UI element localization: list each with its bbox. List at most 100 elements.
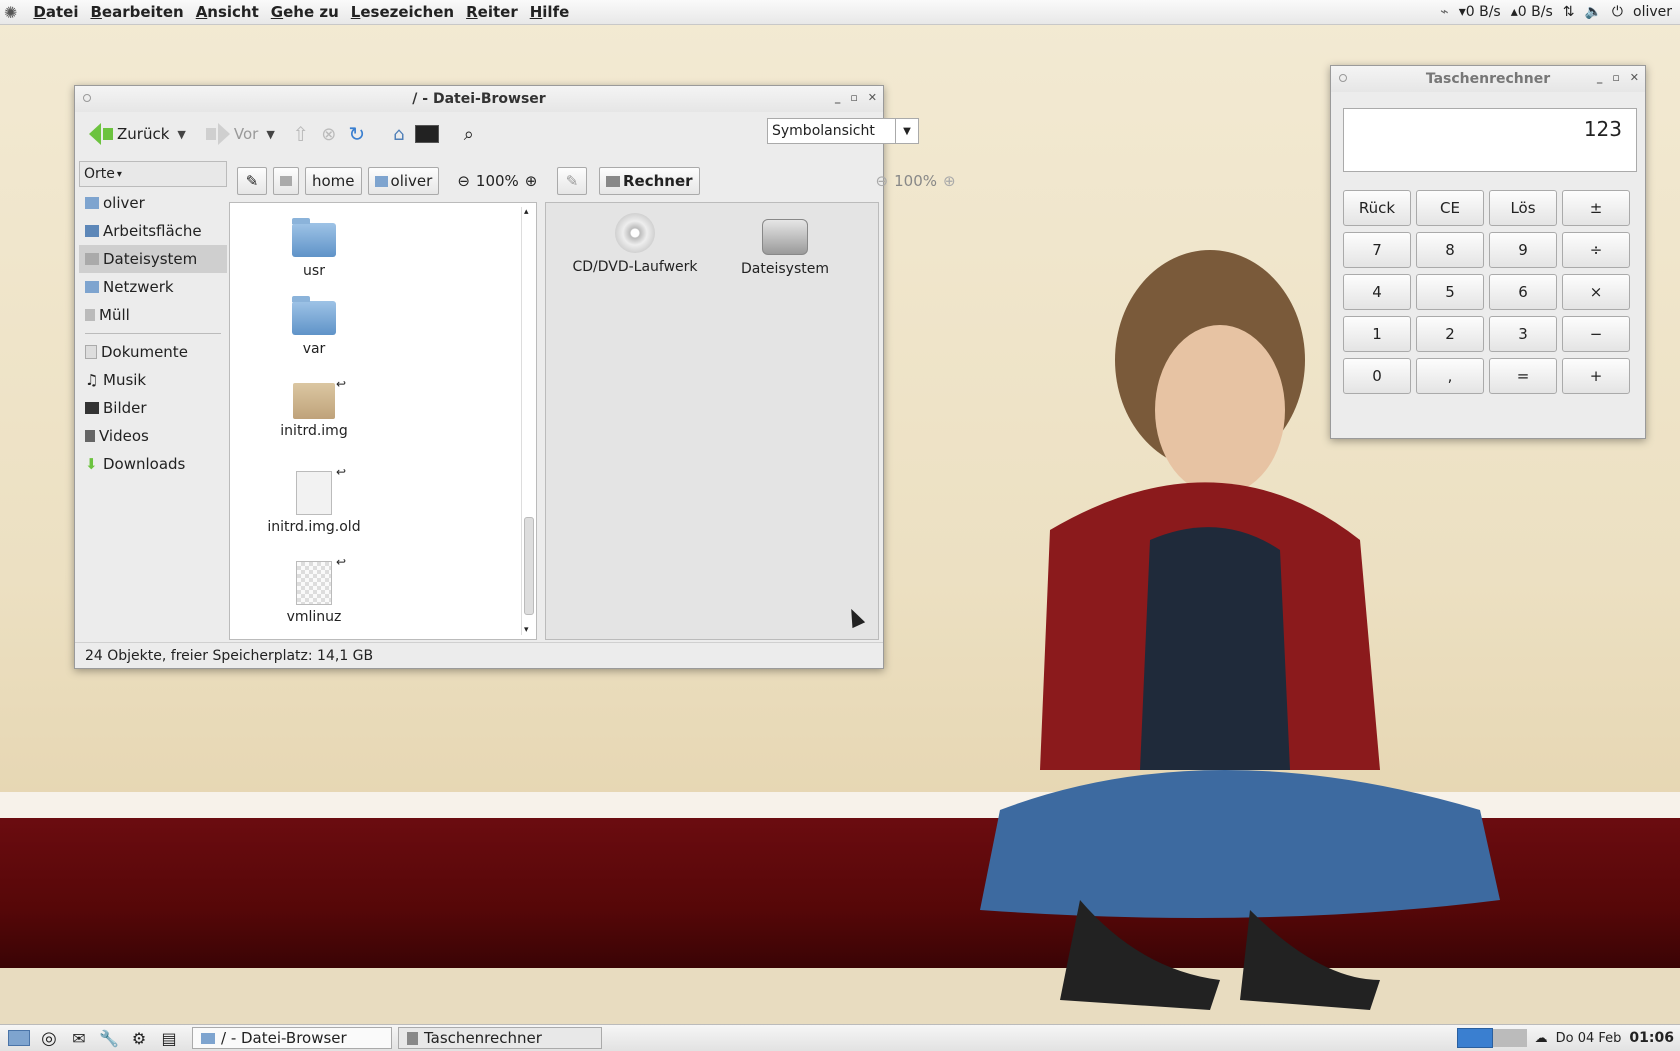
zoom-in-icon[interactable]: ⊕ xyxy=(943,172,956,190)
digit-6-button[interactable]: 6 xyxy=(1489,274,1557,310)
maximize-icon[interactable]: ▫ xyxy=(1612,71,1619,84)
back-button[interactable]: Zurück xyxy=(85,118,173,150)
close-icon[interactable]: ✕ xyxy=(1630,71,1639,84)
right-file-pane[interactable]: CD/DVD-Laufwerk Dateisystem xyxy=(545,202,879,640)
edit-path-button[interactable]: ✎ xyxy=(237,167,267,195)
digit-4-button[interactable]: 4 xyxy=(1343,274,1411,310)
workspace-1[interactable] xyxy=(1456,1028,1493,1048)
tools-icon[interactable]: 🔧 xyxy=(98,1027,120,1049)
show-desktop-icon[interactable] xyxy=(8,1027,30,1049)
close-icon[interactable]: ✕ xyxy=(868,91,877,104)
forward-button[interactable]: Vor xyxy=(202,118,262,150)
file-item[interactable]: ↩ initrd.img xyxy=(254,377,374,439)
file-item[interactable]: usr xyxy=(254,218,374,279)
zoom-in-icon[interactable]: ⊕ xyxy=(525,172,538,190)
maximize-icon[interactable]: ▫ xyxy=(850,91,857,104)
menu-ansicht[interactable]: Ansicht xyxy=(196,3,259,21)
calculator-titlebar[interactable]: Taschenrechner _ ▫ ✕ xyxy=(1331,66,1645,92)
chevron-down-icon[interactable]: ▼ xyxy=(895,119,918,143)
sidebar-item-netzwerk[interactable]: Netzwerk xyxy=(79,273,227,301)
sidebar-item-dateisystem[interactable]: Dateisystem xyxy=(79,245,227,273)
file-item[interactable]: CD/DVD-Laufwerk xyxy=(570,213,700,275)
backspace-button[interactable]: Rück xyxy=(1343,190,1411,226)
power-icon[interactable]: ⏻ xyxy=(1612,4,1623,20)
digit-8-button[interactable]: 8 xyxy=(1416,232,1484,268)
digit-0-button[interactable]: 0 xyxy=(1343,358,1411,394)
file-item[interactable]: ↩ vmlinuz xyxy=(254,555,374,625)
search-icon[interactable]: ⌕ xyxy=(457,122,481,146)
file-item[interactable]: Dateisystem xyxy=(720,213,850,277)
file-manager-icon[interactable]: ▤ xyxy=(158,1027,180,1049)
sidebar-item-dokumente[interactable]: Dokumente xyxy=(79,338,227,366)
sidebar-item-downloads[interactable]: ⬇ Downloads xyxy=(79,450,227,478)
scrollbar-thumb[interactable] xyxy=(524,517,534,615)
divide-button[interactable]: ÷ xyxy=(1562,232,1630,268)
crumb-rechner[interactable]: Rechner xyxy=(599,167,700,195)
minimize-icon[interactable]: _ xyxy=(835,91,841,104)
gear-icon[interactable]: ⚙ xyxy=(128,1027,150,1049)
scroll-up-icon[interactable]: ▴ xyxy=(524,207,529,217)
menu-hilfe[interactable]: Hilfe xyxy=(530,3,570,21)
back-history-chevron-icon[interactable]: ▼ xyxy=(177,128,185,141)
date-label[interactable]: Do 04 Feb xyxy=(1556,1031,1622,1046)
digit-1-button[interactable]: 1 xyxy=(1343,316,1411,352)
menu-bearbeiten[interactable]: Bearbeiten xyxy=(90,3,183,21)
digit-9-button[interactable]: 9 xyxy=(1489,232,1557,268)
menu-gehe-zu[interactable]: Gehe zu xyxy=(271,3,339,21)
mail-icon[interactable]: ✉ xyxy=(68,1027,90,1049)
digit-3-button[interactable]: 3 xyxy=(1489,316,1557,352)
sidebar-item-musik[interactable]: ♫ Musik xyxy=(79,366,227,394)
sidebar-item-videos[interactable]: Videos xyxy=(79,422,227,450)
scroll-down-icon[interactable]: ▾ xyxy=(524,625,529,635)
zoom-out-icon[interactable]: ⊖ xyxy=(457,172,470,190)
multiply-button[interactable]: × xyxy=(1562,274,1630,310)
weather-icon[interactable]: ☁ xyxy=(1535,1031,1548,1046)
edit-path-button[interactable]: ✎ xyxy=(557,167,587,195)
digit-5-button[interactable]: 5 xyxy=(1416,274,1484,310)
network-off-icon[interactable]: ⌁ xyxy=(1440,4,1448,20)
minus-button[interactable]: − xyxy=(1562,316,1630,352)
plus-button[interactable]: + xyxy=(1562,358,1630,394)
computer-icon[interactable] xyxy=(414,122,439,146)
vertical-scrollbar[interactable]: ▴ ▾ xyxy=(521,207,534,635)
stop-icon[interactable]: ⊗ xyxy=(317,122,341,146)
root-crumb[interactable] xyxy=(273,167,299,195)
view-mode-select[interactable]: Symbolansicht ▼ xyxy=(767,118,919,144)
minimize-icon[interactable]: _ xyxy=(1597,71,1603,84)
task-file-browser[interactable]: / - Datei-Browser xyxy=(192,1027,392,1049)
equals-button[interactable]: = xyxy=(1489,358,1557,394)
window-menu-icon[interactable] xyxy=(83,94,91,102)
app-menu-icon[interactable]: ✺ xyxy=(4,3,17,22)
clear-button[interactable]: Lös xyxy=(1489,190,1557,226)
left-file-pane[interactable]: usr var ↩ initrd.img ↩ initrd.img.old ↩ … xyxy=(229,202,537,640)
sidebar-item-bilder[interactable]: Bilder xyxy=(79,394,227,422)
volume-icon[interactable]: 🔈 xyxy=(1584,4,1601,20)
sidebar-item-oliver[interactable]: oliver xyxy=(79,189,227,217)
menu-datei[interactable]: Datei xyxy=(33,3,78,21)
calculator-display[interactable]: 123 xyxy=(1343,108,1637,172)
up-icon[interactable]: ⇧ xyxy=(289,122,313,146)
file-browser-titlebar[interactable]: / - Datei-Browser _ ▫ ✕ xyxy=(75,86,883,112)
file-item[interactable]: var xyxy=(254,296,374,357)
browser-icon[interactable]: ◎ xyxy=(38,1027,60,1049)
task-calculator[interactable]: Taschenrechner xyxy=(398,1027,602,1049)
user-name[interactable]: oliver xyxy=(1633,4,1672,20)
network-transfer-icon[interactable]: ⇅ xyxy=(1563,4,1575,20)
sidebar-item-arbeitsflaeche[interactable]: Arbeitsfläche xyxy=(79,217,227,245)
file-item[interactable]: ↩ initrd.img.old xyxy=(254,465,374,535)
zoom-out-icon[interactable]: ⊖ xyxy=(876,172,889,190)
digit-7-button[interactable]: 7 xyxy=(1343,232,1411,268)
forward-history-chevron-icon[interactable]: ▼ xyxy=(266,128,274,141)
places-header[interactable]: Orte ▾ xyxy=(79,161,227,187)
workspace-2[interactable] xyxy=(1492,1029,1527,1047)
crumb-home[interactable]: home xyxy=(305,167,362,195)
home-icon[interactable]: ⌂ xyxy=(387,122,411,146)
decimal-button[interactable]: , xyxy=(1416,358,1484,394)
crumb-oliver[interactable]: oliver xyxy=(367,167,440,195)
window-menu-icon[interactable] xyxy=(1339,74,1347,82)
reload-icon[interactable]: ↻ xyxy=(345,122,369,146)
sidebar-item-muell[interactable]: Müll xyxy=(79,301,227,329)
clear-entry-button[interactable]: CE xyxy=(1416,190,1484,226)
digit-2-button[interactable]: 2 xyxy=(1416,316,1484,352)
clock-time[interactable]: 01:06 xyxy=(1629,1030,1674,1046)
